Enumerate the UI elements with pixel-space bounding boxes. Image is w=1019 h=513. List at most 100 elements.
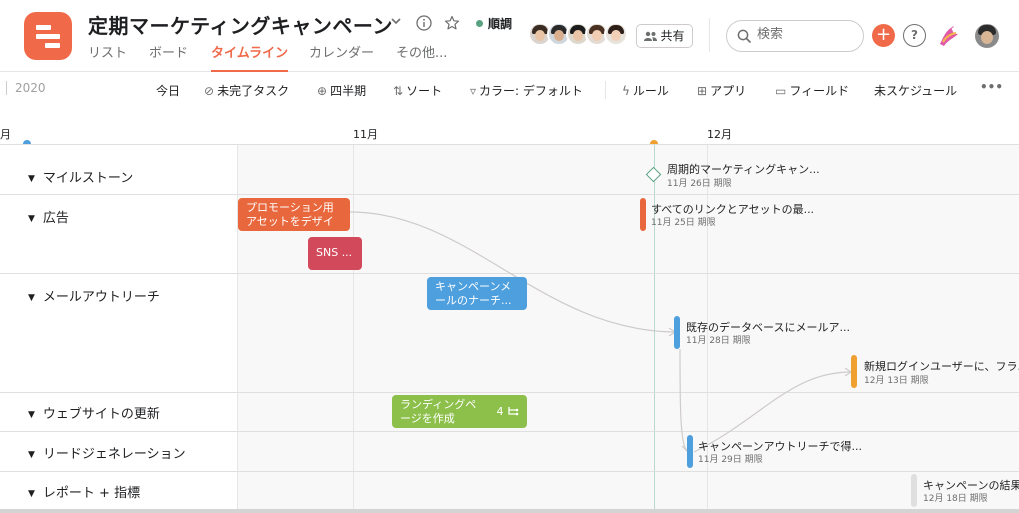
section-label: リードジェネレーション: [42, 447, 186, 462]
section-reports[interactable]: ▼ レポート + 指標: [28, 482, 140, 501]
task-bar-email-nurture[interactable]: キャンペーンメールのナーチ...: [427, 277, 527, 310]
month-label-dec: 12月: [707, 128, 732, 141]
unscheduled-button[interactable]: 未スケジュール: [874, 82, 957, 99]
color-label: カラー: デフォルト: [479, 84, 583, 98]
task-bar-landing-page[interactable]: ランディングページを作成 4: [392, 395, 527, 428]
row-divider: [0, 431, 1019, 432]
incomplete-label: 未完了タスク: [217, 84, 290, 98]
bird-logo-icon[interactable]: [934, 22, 962, 50]
sort-button[interactable]: ⇅ ソート: [393, 82, 442, 99]
sort-icon: ⇅: [393, 84, 404, 98]
people-icon: [644, 31, 658, 41]
project-logo-icon[interactable]: [24, 12, 72, 60]
task-due-new-login: 12月 13日 期限: [864, 376, 929, 386]
task-pill-links[interactable]: [640, 198, 646, 231]
task-bar-sns[interactable]: SNS ...: [308, 237, 362, 270]
tab-list[interactable]: リスト: [88, 42, 127, 72]
search-icon: [737, 29, 752, 44]
status-dot: [476, 20, 483, 27]
task-bar-label: SNS ...: [316, 246, 353, 259]
color-button[interactable]: ▿ カラー: デフォルト: [470, 82, 583, 99]
user-avatar[interactable]: [975, 24, 999, 48]
tab-more[interactable]: その他...: [396, 42, 447, 72]
info-icon[interactable]: [416, 15, 432, 35]
task-due-report: 12月 18日 期限: [923, 494, 988, 504]
toolbar-divider: [605, 81, 606, 99]
lightning-icon: ϟ: [622, 84, 630, 98]
chevron-down-icon[interactable]: [389, 14, 403, 32]
caret-down-icon[interactable]: ▼: [28, 293, 35, 303]
tab-timeline[interactable]: タイムライン: [211, 42, 289, 72]
task-due-links: 11月 25日 期限: [651, 218, 716, 228]
avatar[interactable]: [604, 22, 628, 46]
horizontal-scrollbar[interactable]: [0, 509, 1019, 513]
apps-grid-icon: ⊞: [697, 84, 708, 98]
section-label: メールアウトリーチ: [42, 290, 160, 305]
timeline-toolbar: 2020 今日 ⊘ 未完了タスク ⊕ 四半期 ⇅ ソート ▿ カラー: デフォルト ϟル…: [0, 72, 1019, 108]
month-label-prev: 月: [0, 128, 11, 141]
more-horizontal-icon[interactable]: •••: [980, 80, 1003, 94]
section-email-outreach[interactable]: ▼ メールアウトリーチ: [28, 286, 160, 305]
section-milestones[interactable]: ▼ マイルストーン: [28, 167, 133, 186]
task-due-lead-outreach: 11月 29日 期限: [698, 455, 763, 465]
caret-down-icon[interactable]: ▼: [28, 214, 35, 224]
section-ads[interactable]: ▼ 広告: [28, 207, 69, 226]
today-line: [654, 144, 655, 513]
subtask-count: 4: [497, 405, 520, 419]
caret-down-icon[interactable]: ▼: [28, 450, 35, 460]
task-pill-report[interactable]: [911, 474, 917, 507]
month-label-nov: 11月: [353, 128, 378, 141]
section-label: 広告: [42, 211, 69, 226]
zoom-quarter-button[interactable]: ⊕ 四半期: [317, 82, 366, 99]
share-button[interactable]: 共有: [636, 24, 693, 48]
milestone-name[interactable]: 周期的マーケティングキャン...: [667, 161, 820, 177]
caret-down-icon[interactable]: ▼: [28, 410, 35, 420]
apps-label: アプリ: [710, 84, 747, 98]
tab-calendar[interactable]: カレンダー: [309, 42, 374, 72]
task-pill-email-db[interactable]: [674, 316, 680, 349]
month-gridline: [353, 144, 354, 513]
project-title[interactable]: 定期マーケティングキャンペーン: [88, 10, 393, 39]
quarter-label: 四半期: [330, 84, 367, 98]
fields-button[interactable]: ▭ フィールド: [775, 82, 849, 99]
task-name-new-login[interactable]: 新規ログインユーザーに、フラ...: [864, 358, 1019, 374]
milestone-due: 11月 26日 期限: [667, 179, 732, 189]
status-badge[interactable]: 順調: [476, 15, 512, 32]
year-label: 2020: [6, 81, 46, 95]
rules-label: ルール: [632, 84, 669, 98]
add-button[interactable]: +: [872, 24, 895, 47]
task-pill-new-login[interactable]: [851, 355, 857, 388]
tab-board[interactable]: ボード: [149, 42, 188, 72]
fields-icon: ▭: [775, 84, 787, 98]
caret-down-icon[interactable]: ▼: [28, 174, 35, 184]
section-label: マイルストーン: [42, 171, 134, 186]
share-label: 共有: [660, 29, 685, 43]
task-bar-label: プロモーション用アセットをデザイン: [246, 201, 334, 231]
project-header: 定期マーケティングキャンペーン 順調 リスト ボード タイムライン カレンダー …: [0, 0, 1019, 72]
section-lead-generation[interactable]: ▼ リードジェネレーション: [28, 443, 186, 462]
paint-icon: ▿: [470, 84, 477, 98]
section-website-update[interactable]: ▼ ウェブサイトの更新: [28, 403, 160, 422]
section-label: ウェブサイトの更新: [42, 407, 160, 422]
section-label: レポート + 指標: [42, 486, 141, 501]
incomplete-tasks-button[interactable]: ⊘ 未完了タスク: [204, 82, 289, 99]
search-input[interactable]: [757, 27, 857, 42]
rules-button[interactable]: ϟ ルール: [622, 82, 669, 99]
fields-label: フィールド: [789, 84, 850, 98]
status-label: 順調: [488, 17, 513, 31]
row-divider: [0, 194, 1019, 195]
search-box[interactable]: [726, 20, 864, 52]
subtask-count-value: 4: [496, 405, 504, 418]
help-button[interactable]: ?: [903, 24, 926, 47]
star-icon[interactable]: [444, 15, 460, 35]
apps-button[interactable]: ⊞ アプリ: [697, 82, 746, 99]
zoom-icon: ⊕: [317, 84, 328, 98]
timescale-header: 月 11月 12月: [0, 108, 1019, 148]
caret-down-icon[interactable]: ▼: [28, 489, 35, 499]
check-circle-icon: ⊘: [204, 84, 215, 98]
task-bar-promo-assets[interactable]: プロモーション用アセットをデザイン: [238, 198, 350, 231]
row-divider: [0, 273, 1019, 274]
task-pill-lead-outreach[interactable]: [687, 435, 693, 468]
row-divider: [0, 144, 1019, 145]
today-button[interactable]: 今日: [156, 82, 180, 99]
